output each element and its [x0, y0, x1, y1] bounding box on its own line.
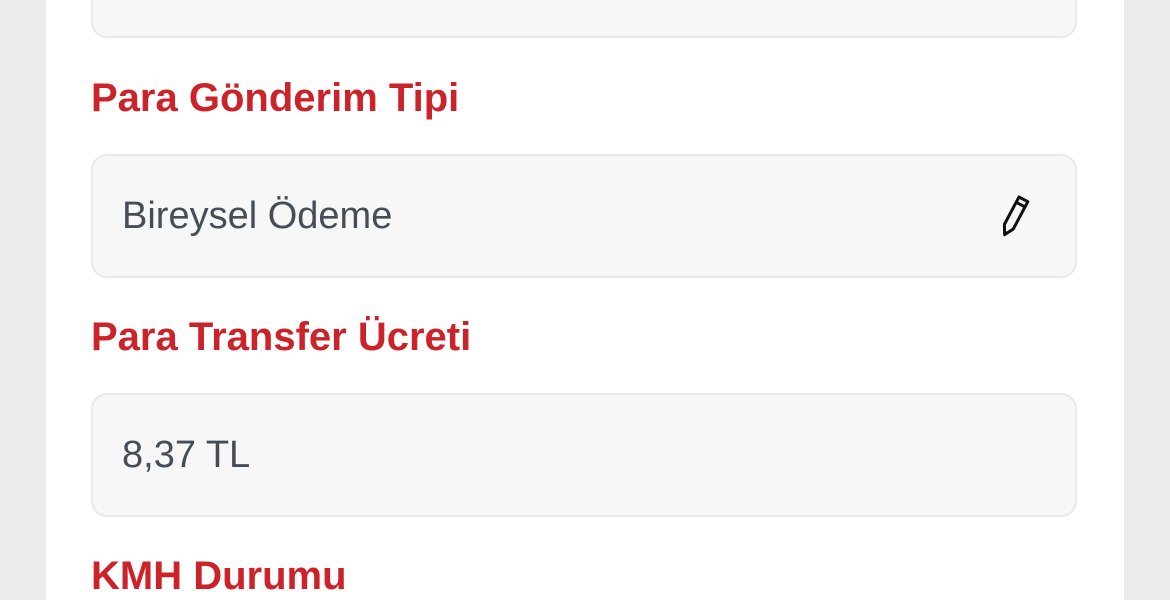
transfer-fee-value: 8,37 TL	[122, 434, 251, 476]
transfer-type-label: Para Gönderim Tipi	[91, 76, 460, 120]
edit-transfer-type-button[interactable]	[989, 190, 1039, 244]
pencil-icon	[1002, 195, 1030, 237]
transfer-fee-label: Para Transfer Ücreti	[91, 315, 472, 359]
form-panel: Para Gönderim Tipi Bireysel Ödeme Para T…	[46, 0, 1124, 600]
transfer-type-value: Bireysel Ödeme	[122, 195, 393, 237]
transfer-type-field[interactable]: Bireysel Ödeme	[91, 154, 1077, 278]
transfer-fee-field: 8,37 TL	[91, 393, 1077, 517]
kmh-status-label: KMH Durumu	[91, 554, 347, 598]
previous-field-box[interactable]	[91, 0, 1077, 38]
